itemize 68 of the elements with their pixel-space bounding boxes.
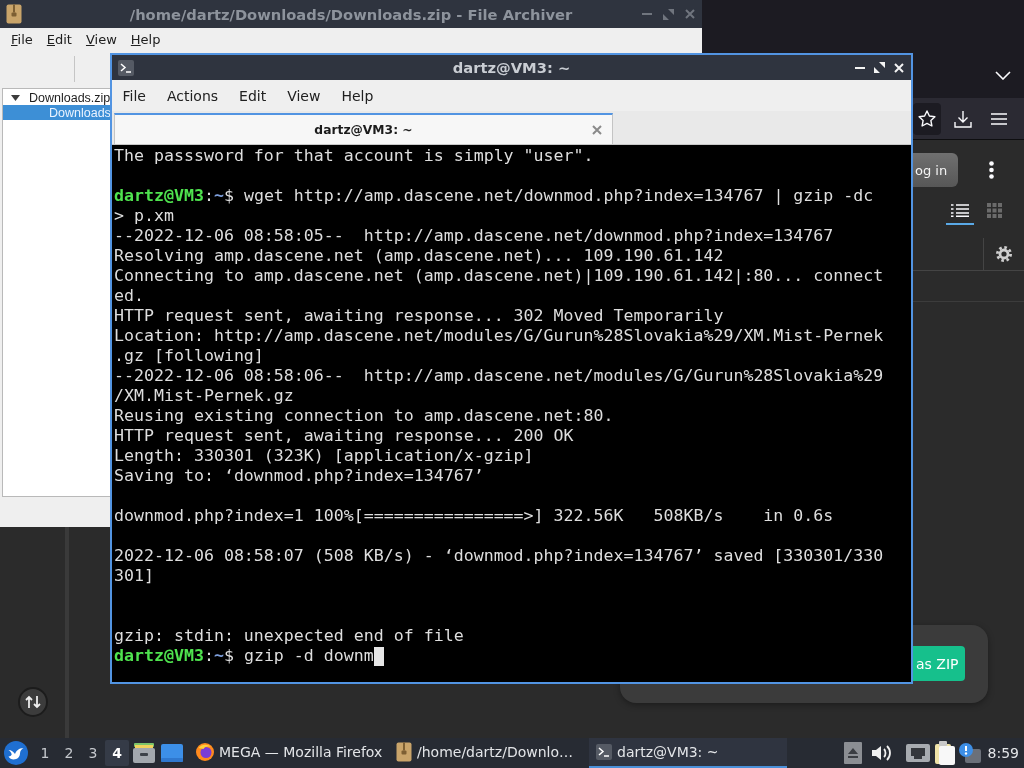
package-icon — [396, 742, 412, 762]
workspace-button[interactable]: 4 — [105, 740, 129, 766]
menu-item[interactable]: Edit — [39, 31, 79, 47]
file-drawer-icon[interactable] — [133, 743, 155, 763]
terminal-tab[interactable]: dartz@VM3: ~ — [114, 113, 613, 144]
notification-icon[interactable] — [958, 743, 981, 763]
chevron-down-icon[interactable] — [995, 71, 1011, 80]
window-title: dartz@VM3: ~ — [452, 59, 571, 76]
grid-icon — [986, 203, 1002, 218]
gear-icon[interactable] — [996, 246, 1012, 262]
command-line: dartz@VM3:~$ wget http://amp.dascene.net/downmod.php?index=134767 | gzip -dc — [114, 186, 874, 206]
menu-item[interactable]: View — [78, 31, 124, 47]
terminal-line: The passsword for that account is simply "user". — [114, 146, 594, 166]
terminal-line: 301] — [114, 566, 154, 586]
clock[interactable]: 8:59 — [987, 745, 1019, 761]
transfer-arrows-icon[interactable] — [17, 687, 48, 717]
terminal-line: /XM.Mist-Pernek.gz — [114, 386, 294, 406]
terminal-line: ed. — [114, 286, 144, 306]
terminal-line: downmod.php?index=1 100%[================>] 322.56K 508KB/s in 0.6s — [114, 506, 834, 526]
menu-item[interactable]: Help — [330, 87, 384, 104]
taskbar-task[interactable]: MEGA — Mozilla Firefox — [189, 738, 387, 768]
terminal-icon — [596, 744, 612, 760]
command-line: dartz@VM3:~$ gzip -d downm — [114, 646, 374, 666]
workspace-button[interactable]: 2 — [57, 740, 81, 766]
clipboard-icon[interactable] — [933, 741, 956, 765]
terminal-line: Location: http://amp.dascene.net/modules/G/Gurun%28Slovakia%29/XM.Mist-Pernek — [114, 326, 884, 346]
menu-icon[interactable] — [991, 112, 1007, 125]
menu-item[interactable]: Actions — [156, 87, 229, 104]
bookmark-button[interactable] — [913, 102, 941, 135]
taskbar-task[interactable]: dartz@VM3: ~ — [589, 738, 787, 768]
tree-item[interactable]: Downloads.zip — [3, 90, 110, 105]
workspace-button[interactable]: 1 — [33, 740, 57, 766]
terminal-line: Length: 330301 (323K) [application/x-gzip] — [114, 446, 534, 466]
network-port-icon[interactable] — [905, 744, 930, 762]
terminal-line: Reusing existing connection to amp.dascene.net:80. — [114, 406, 614, 426]
menu-item[interactable]: Edit — [228, 87, 277, 104]
list-icon — [951, 204, 969, 217]
package-icon — [6, 4, 22, 24]
maximize-icon[interactable] — [874, 62, 885, 73]
speaker-icon[interactable] — [870, 744, 891, 762]
terminal-line: Connecting to amp.dascene.net (amp.dascene.net)|109.190.61.142|:80... connect — [114, 266, 884, 286]
menu-item[interactable]: File — [112, 87, 157, 104]
menu-item[interactable]: File — [4, 31, 40, 47]
terminal-line: --2022-12-06 08:58:06-- http://amp.dascene.net/modules/G/Gurun%28Slovakia%29 — [114, 366, 884, 386]
menu-item[interactable]: Help — [123, 31, 168, 47]
window-title: /home/dartz/Downloads/Downloads.zip - File Archiver — [129, 5, 573, 23]
bird-logo-icon[interactable] — [4, 741, 28, 765]
terminal-line: HTTP request sent, awaiting response... 302 Moved Temporarily — [114, 306, 724, 326]
terminal-line: gzip: stdin: unexpected end of file — [114, 626, 464, 646]
terminal-line: HTTP request sent, awaiting response... 200 OK — [114, 426, 574, 446]
caret-down-icon[interactable] — [11, 94, 20, 101]
browser-icon — [196, 743, 214, 761]
minimize-icon[interactable] — [855, 66, 865, 69]
download-icon[interactable] — [954, 109, 972, 128]
terminal-line: 2022-12-06 08:58:07 (508 KB/s) - ‘downmod.php?index=134767’ saved [330301/330 — [114, 546, 884, 566]
terminal-icon — [118, 59, 134, 76]
workspace-button[interactable]: 3 — [81, 740, 105, 766]
terminal-line: > p.xm — [114, 206, 174, 226]
terminal-line: --2022-12-06 08:58:05-- http://amp.dascene.net/downmod.php?index=134767 — [114, 226, 834, 246]
terminal-line: Saving to: ‘downmod.php?index=134767’ — [114, 466, 484, 486]
login-button[interactable]: og in — [913, 153, 958, 187]
kebab-menu-icon[interactable] — [989, 161, 994, 179]
eject-icon[interactable] — [843, 742, 862, 764]
terminal-line: .gz [following] — [114, 346, 264, 366]
star-icon — [918, 110, 936, 127]
menu-item[interactable]: View — [276, 87, 331, 104]
taskbar-task[interactable]: /home/dartz/Downlo… — [389, 738, 587, 768]
terminal-line: Resolving amp.dascene.net (amp.dascene.net)... 109.190.61.142 — [114, 246, 724, 266]
